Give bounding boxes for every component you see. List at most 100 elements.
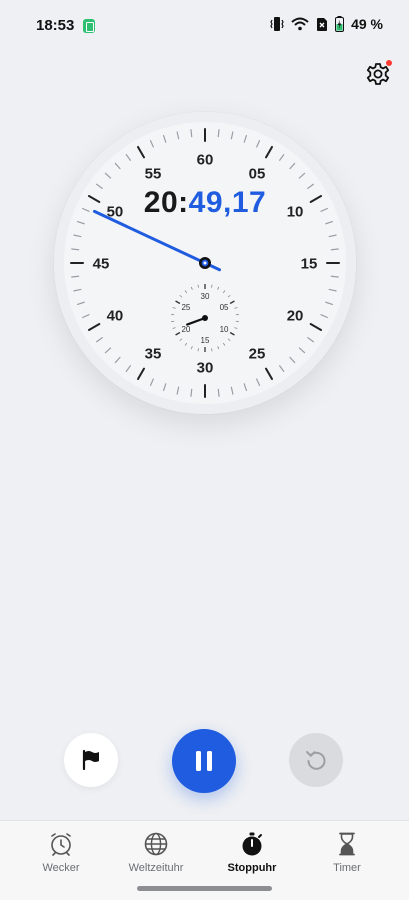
dial-minor-tick <box>325 220 334 225</box>
dial-minor-tick <box>320 314 329 319</box>
elapsed-minutes: 20 <box>143 186 179 219</box>
pause-icon <box>196 751 212 771</box>
dial-minor-tick <box>217 388 220 397</box>
stopwatch-dial-face: 600510152025303540455055 300510152025 <box>70 128 340 398</box>
app-notification-icon <box>83 19 95 33</box>
dial-minor-tick <box>325 301 334 306</box>
sub-dial-label: 25 <box>181 303 190 312</box>
dial-minor-tick <box>289 356 296 364</box>
nav-label-timer: Timer <box>333 862 361 874</box>
sub-dial-label: 20 <box>181 325 190 334</box>
dial-label: 45 <box>93 256 110 273</box>
sub-dial-label: 30 <box>201 292 210 301</box>
dial-minor-tick <box>307 337 315 343</box>
home-indicator <box>137 886 272 891</box>
dial-minor-tick <box>76 220 85 225</box>
dial-minor-tick <box>256 378 261 387</box>
dial-label: 20 <box>287 308 304 325</box>
sub-dial-label: 15 <box>201 336 210 345</box>
dial-minor-tick <box>328 234 337 238</box>
status-bar: 18:53 49 % <box>0 0 409 52</box>
dial-minor-tick <box>71 275 80 278</box>
no-sim-icon <box>317 17 328 31</box>
nav-item-wecker[interactable]: Wecker <box>10 829 112 885</box>
dial-major-tick <box>137 145 145 159</box>
nav-item-weltzeituhr[interactable]: Weltzeituhr <box>105 829 207 885</box>
dial-minor-tick <box>176 386 180 395</box>
dial-minor-tick <box>149 139 154 148</box>
dial-minor-tick <box>81 314 90 319</box>
dial-minor-tick <box>230 131 234 140</box>
dial-minor-tick <box>328 288 337 292</box>
time-separator: : <box>178 186 189 219</box>
dial-label: 15 <box>301 256 318 273</box>
alarm-clock-icon <box>51 833 71 856</box>
status-time: 18:53 <box>36 17 75 34</box>
reset-icon <box>306 751 326 770</box>
dial-minor-tick <box>176 131 180 140</box>
nav-label-weltzeituhr: Weltzeituhr <box>128 862 184 874</box>
dial-minor-tick <box>217 129 220 138</box>
dial-minor-tick <box>71 248 80 251</box>
hourglass-icon <box>339 832 355 856</box>
dial-minor-tick <box>298 172 306 179</box>
dial-minor-tick <box>162 134 167 143</box>
dial-minor-tick <box>114 356 121 364</box>
lap-button[interactable] <box>64 733 118 787</box>
dial-minor-tick <box>243 134 248 143</box>
dial-minor-tick <box>73 234 82 238</box>
dial-major-tick <box>265 367 273 381</box>
dial-major-tick <box>265 145 273 159</box>
globe-icon <box>144 832 168 856</box>
nav-label-wecker: Wecker <box>42 862 80 874</box>
reset-button[interactable] <box>289 733 343 787</box>
status-icons: 49 % <box>270 16 383 32</box>
stopwatch-icon <box>242 832 262 856</box>
dial-label: 05 <box>249 165 266 182</box>
dial-label: 25 <box>249 346 266 363</box>
dial-minor-tick <box>279 365 285 373</box>
dial-minor-tick <box>190 388 193 397</box>
flag-icon <box>82 749 99 771</box>
dial-label: 40 <box>107 308 124 325</box>
dial-major-tick <box>137 367 145 381</box>
pause-button[interactable] <box>172 729 236 793</box>
battery-charging-icon <box>335 16 345 32</box>
wifi-icon <box>291 17 309 31</box>
dial-major-tick <box>87 323 101 331</box>
elapsed-time-display: 20:49,17 <box>54 186 356 220</box>
dial-minor-tick <box>190 129 193 138</box>
dial-minor-tick <box>95 337 103 343</box>
dial-minor-tick <box>256 139 261 148</box>
dial-minor-tick <box>104 347 112 354</box>
minute-hand-pivot <box>202 315 208 321</box>
notification-dot <box>386 60 392 66</box>
battery-percentage: 49 % <box>351 16 383 32</box>
nav-label-stoppuhr: Stoppuhr <box>227 862 277 874</box>
dial-label: 35 <box>145 346 162 363</box>
dial-minor-tick <box>330 275 339 278</box>
elapsed-seconds: 49,17 <box>188 186 267 219</box>
nav-item-stoppuhr[interactable]: Stoppuhr <box>201 829 303 885</box>
dial-major-tick <box>309 323 323 331</box>
dial-minor-tick <box>73 288 82 292</box>
dial-minor-tick <box>243 383 248 392</box>
sub-dial-label: 05 <box>220 303 229 312</box>
dial-minor-tick <box>125 153 131 161</box>
dial-minor-tick <box>298 347 306 354</box>
second-hand-pivot-dot <box>203 261 207 265</box>
dial-label: 60 <box>197 152 214 169</box>
dial-minor-tick <box>330 248 339 251</box>
nav-item-timer[interactable]: Timer <box>296 829 398 885</box>
dial-minor-tick <box>76 301 85 306</box>
settings-button[interactable] <box>364 60 392 88</box>
dial-label: 55 <box>145 165 162 182</box>
dial-minor-tick <box>104 172 112 179</box>
sub-dial-label: 10 <box>220 325 229 334</box>
dial-minor-tick <box>279 153 285 161</box>
vibrate-icon <box>270 17 284 31</box>
dial-minor-tick <box>125 365 131 373</box>
dial-minor-tick <box>114 162 121 170</box>
dial-minor-tick <box>289 162 296 170</box>
dial-minor-tick <box>149 378 154 387</box>
